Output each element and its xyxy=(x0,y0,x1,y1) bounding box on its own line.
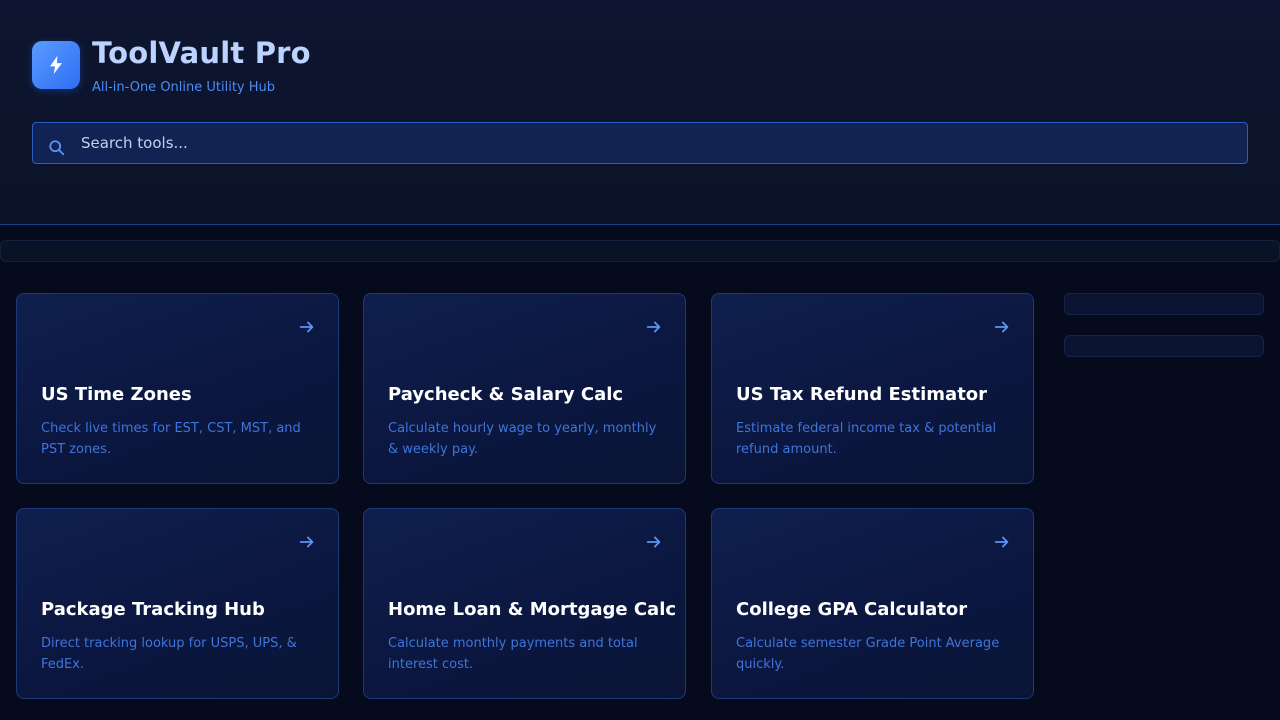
tool-card-description: Estimate federal income tax & potential … xyxy=(736,421,997,457)
search-input[interactable] xyxy=(81,123,1231,163)
tool-card-package-tracking-hub[interactable]: Package Tracking Hub Direct tracking loo… xyxy=(16,508,339,699)
arrow-right-icon xyxy=(299,536,314,548)
lightning-bolt-icon xyxy=(50,55,62,75)
tool-card-title: US Tax Refund Estimator xyxy=(736,384,988,405)
arrow-right-icon xyxy=(994,321,1009,333)
tool-card-college-gpa-calculator[interactable]: College GPA Calculator Calculate semeste… xyxy=(711,508,1034,699)
search-icon xyxy=(49,140,65,156)
tool-card-home-loan-mortgage-calc[interactable]: Home Loan & Mortgage Calc Calculate mont… xyxy=(363,508,686,699)
app-subtitle: All-in-One Online Utility Hub xyxy=(92,80,276,95)
sidebar-placeholder xyxy=(1064,293,1264,315)
arrow-right-icon xyxy=(994,536,1009,548)
category-filter-bar xyxy=(0,240,1280,262)
tool-card-us-time-zones[interactable]: US Time Zones Check live times for EST, … xyxy=(16,293,339,484)
tool-card-description: Calculate hourly wage to yearly, monthly… xyxy=(388,421,657,457)
arrow-right-icon xyxy=(646,536,661,548)
tool-card-description: Direct tracking lookup for USPS, UPS, & … xyxy=(41,636,297,672)
tool-card-us-tax-refund-estimator[interactable]: US Tax Refund Estimator Estimate federal… xyxy=(711,293,1034,484)
tool-card-paycheck-salary-calc[interactable]: Paycheck & Salary Calc Calculate hourly … xyxy=(363,293,686,484)
sidebar-placeholder xyxy=(1064,335,1264,357)
tool-card-title: US Time Zones xyxy=(41,384,192,405)
search-bar[interactable] xyxy=(32,122,1248,164)
tool-card-description: Calculate semester Grade Point Average q… xyxy=(736,636,1000,672)
tool-card-description: Check live times for EST, CST, MST, and … xyxy=(41,421,301,457)
tool-card-title: Paycheck & Salary Calc xyxy=(388,384,624,405)
app-logo xyxy=(32,41,80,89)
arrow-right-icon xyxy=(299,321,314,333)
arrow-right-icon xyxy=(646,321,661,333)
tool-card-description: Calculate monthly payments and total int… xyxy=(388,636,638,672)
app-title: ToolVault Pro xyxy=(92,36,311,70)
tool-card-title: Home Loan & Mortgage Calc xyxy=(388,599,677,620)
tool-card-title: College GPA Calculator xyxy=(736,599,968,620)
app-header: ToolVault Pro All-in-One Online Utility … xyxy=(0,0,1280,225)
tool-card-title: Package Tracking Hub xyxy=(41,599,265,620)
